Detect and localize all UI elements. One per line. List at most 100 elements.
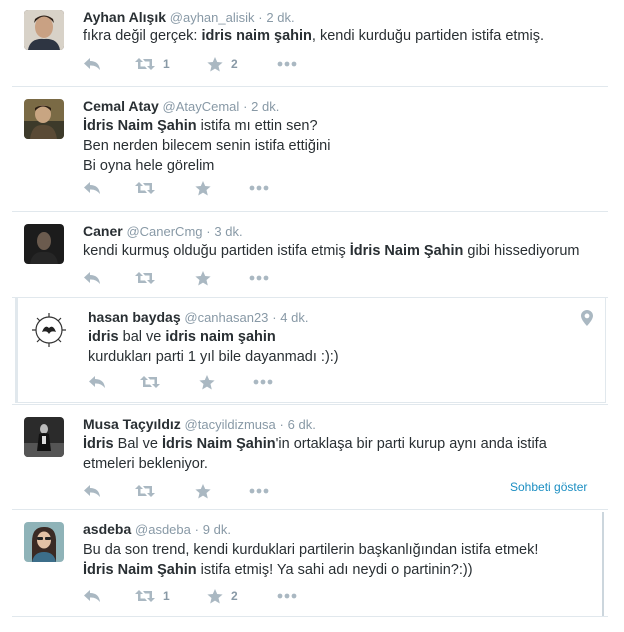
more-button[interactable] xyxy=(277,586,297,606)
text-segment: Bi oyna hele görelim xyxy=(83,158,215,174)
tweet-text-line: kurdukları parti 1 yıl bile dayanmadı :)… xyxy=(88,347,339,367)
more-button[interactable] xyxy=(249,481,269,501)
timestamp[interactable]: 2 dk. xyxy=(251,99,279,114)
highlighted-term[interactable]: İdris Naim Şahin xyxy=(162,436,276,452)
favorite-count: 2 xyxy=(231,589,238,603)
reply-icon xyxy=(88,375,106,389)
timestamp[interactable]: 2 dk. xyxy=(266,10,294,25)
favorite-button[interactable]: 2 xyxy=(207,54,238,74)
tweet-text: fıkra değil gerçek: idris naim şahin, ke… xyxy=(83,26,544,46)
author-name[interactable]: hasan baydaş xyxy=(88,309,181,325)
tweet[interactable]: Caner @CanerCmg · 3 dk. kendi kurmuş old… xyxy=(0,212,612,298)
avatar[interactable] xyxy=(24,99,64,139)
more-button[interactable] xyxy=(249,268,269,288)
highlighted-term[interactable]: İdris Naim Şahin xyxy=(350,243,464,259)
separator-dot: · xyxy=(194,522,199,537)
tweet[interactable]: Cemal Atay @AtayCemal · 2 dk. İdris Naim… xyxy=(0,87,612,212)
author-name[interactable]: Musa Taçyıldız xyxy=(83,416,181,432)
more-icon xyxy=(277,593,297,599)
more-button[interactable] xyxy=(249,178,269,198)
author-name[interactable]: Cemal Atay xyxy=(83,98,159,114)
reply-button[interactable] xyxy=(83,178,101,198)
favorite-button[interactable]: 2 xyxy=(207,586,238,606)
reply-button[interactable] xyxy=(83,481,101,501)
highlighted-term[interactable]: idris naim şahin xyxy=(165,329,275,345)
text-segment: bal ve xyxy=(118,329,166,345)
favorite-button[interactable] xyxy=(195,481,219,501)
highlighted-term[interactable]: İdris Naim Şahin xyxy=(83,562,197,578)
retweet-button[interactable]: 1 xyxy=(135,586,170,606)
more-icon xyxy=(249,275,269,281)
text-segment: Ben nerden bilecem senin istifa ettiğini xyxy=(83,138,331,154)
author-name[interactable]: Caner xyxy=(83,223,123,239)
tweet[interactable]: Musa Taçyıldız @tacyildizmusa · 6 dk. İd… xyxy=(0,405,612,510)
author-handle[interactable]: @canhasan23 xyxy=(184,310,268,325)
text-segment: kendi kurmuş olduğu partiden istifa etmi… xyxy=(83,243,350,259)
tweet[interactable]: asdeba @asdeba · 9 dk. Bu da son trend, … xyxy=(0,510,612,616)
author-handle[interactable]: @CanerCmg xyxy=(126,224,202,239)
more-button[interactable] xyxy=(253,372,273,392)
favorite-button[interactable] xyxy=(199,372,223,392)
tweet[interactable]: hasan baydaş @canhasan23 · 4 dk. idris b… xyxy=(0,298,612,402)
avatar[interactable] xyxy=(24,522,64,562)
retweet-button[interactable] xyxy=(135,268,163,288)
retweet-button[interactable] xyxy=(135,481,163,501)
tweet-header: Cemal Atay @AtayCemal · 2 dk. xyxy=(83,98,279,114)
author-handle[interactable]: @AtayCemal xyxy=(163,99,240,114)
reply-icon xyxy=(83,181,101,195)
avatar[interactable] xyxy=(24,224,64,264)
star-icon xyxy=(207,56,223,72)
retweet-icon xyxy=(135,271,155,285)
favorite-button[interactable] xyxy=(195,268,219,288)
highlighted-term[interactable]: İdris xyxy=(83,436,114,452)
tweet[interactable]: Ayhan Alışık @ayhan_alisik · 2 dk. fıkra… xyxy=(0,0,612,86)
text-segment: fıkra değil gerçek: xyxy=(83,28,202,44)
reply-button[interactable] xyxy=(83,54,101,74)
highlighted-term[interactable]: İdris Naim Şahin xyxy=(83,118,197,134)
separator-dot: · xyxy=(206,224,211,239)
reply-icon xyxy=(83,271,101,285)
author-handle[interactable]: @ayhan_alisik xyxy=(170,10,255,25)
location-pin-icon[interactable] xyxy=(581,310,593,331)
star-icon xyxy=(195,270,211,286)
show-conversation-link[interactable]: Sohbeti göster xyxy=(510,480,587,494)
author-handle[interactable]: @asdeba xyxy=(135,522,191,537)
timestamp[interactable]: 9 dk. xyxy=(203,522,231,537)
avatar[interactable] xyxy=(24,10,64,50)
favorite-button[interactable] xyxy=(195,178,219,198)
author-name[interactable]: asdeba xyxy=(83,521,131,537)
timestamp[interactable]: 4 dk. xyxy=(280,310,308,325)
text-segment: kurdukları parti 1 yıl bile dayanmadı :)… xyxy=(88,349,339,365)
timestamp[interactable]: 6 dk. xyxy=(288,417,316,432)
separator-dot: · xyxy=(243,99,248,114)
tweet-text-line: etmeleri bekleniyor. xyxy=(83,454,547,474)
text-segment: Bal ve xyxy=(113,436,162,452)
reply-button[interactable] xyxy=(83,268,101,288)
author-handle[interactable]: @tacyildizmusa xyxy=(185,417,276,432)
favorite-count: 2 xyxy=(231,57,238,71)
retweet-button[interactable] xyxy=(135,178,163,198)
timestamp[interactable]: 3 dk. xyxy=(214,224,242,239)
tweet-header: Musa Taçyıldız @tacyildizmusa · 6 dk. xyxy=(83,416,316,432)
reply-button[interactable] xyxy=(83,586,101,606)
star-icon xyxy=(207,588,223,604)
tweet-header: asdeba @asdeba · 9 dk. xyxy=(83,521,231,537)
separator-dot: · xyxy=(258,10,263,25)
tweet-text-line: İdris Naim Şahin istifa etmiş! Ya sahi a… xyxy=(83,560,538,580)
more-button[interactable] xyxy=(277,54,297,74)
avatar[interactable] xyxy=(24,417,64,457)
star-icon xyxy=(195,483,211,499)
text-segment: istifa mı ettin sen? xyxy=(196,118,318,134)
tweet-text: Bu da son trend, kendi kurduklari partil… xyxy=(83,540,538,580)
retweet-button[interactable]: 1 xyxy=(135,54,170,74)
retweet-icon xyxy=(135,57,155,71)
reply-button[interactable] xyxy=(88,372,106,392)
highlighted-term[interactable]: idris naim şahin xyxy=(201,28,311,44)
avatar[interactable] xyxy=(29,310,69,350)
author-name[interactable]: Ayhan Alışık xyxy=(83,9,166,25)
tweet-text: İdris Naim Şahin istifa mı ettin sen? Ben… xyxy=(83,116,330,176)
highlighted-term[interactable]: idris xyxy=(88,329,119,345)
retweet-button[interactable] xyxy=(140,372,168,392)
tweet-text: kendi kurmuş olduğu partiden istifa etmi… xyxy=(83,241,579,261)
tweet-text-line: Bi oyna hele görelim xyxy=(83,156,330,176)
